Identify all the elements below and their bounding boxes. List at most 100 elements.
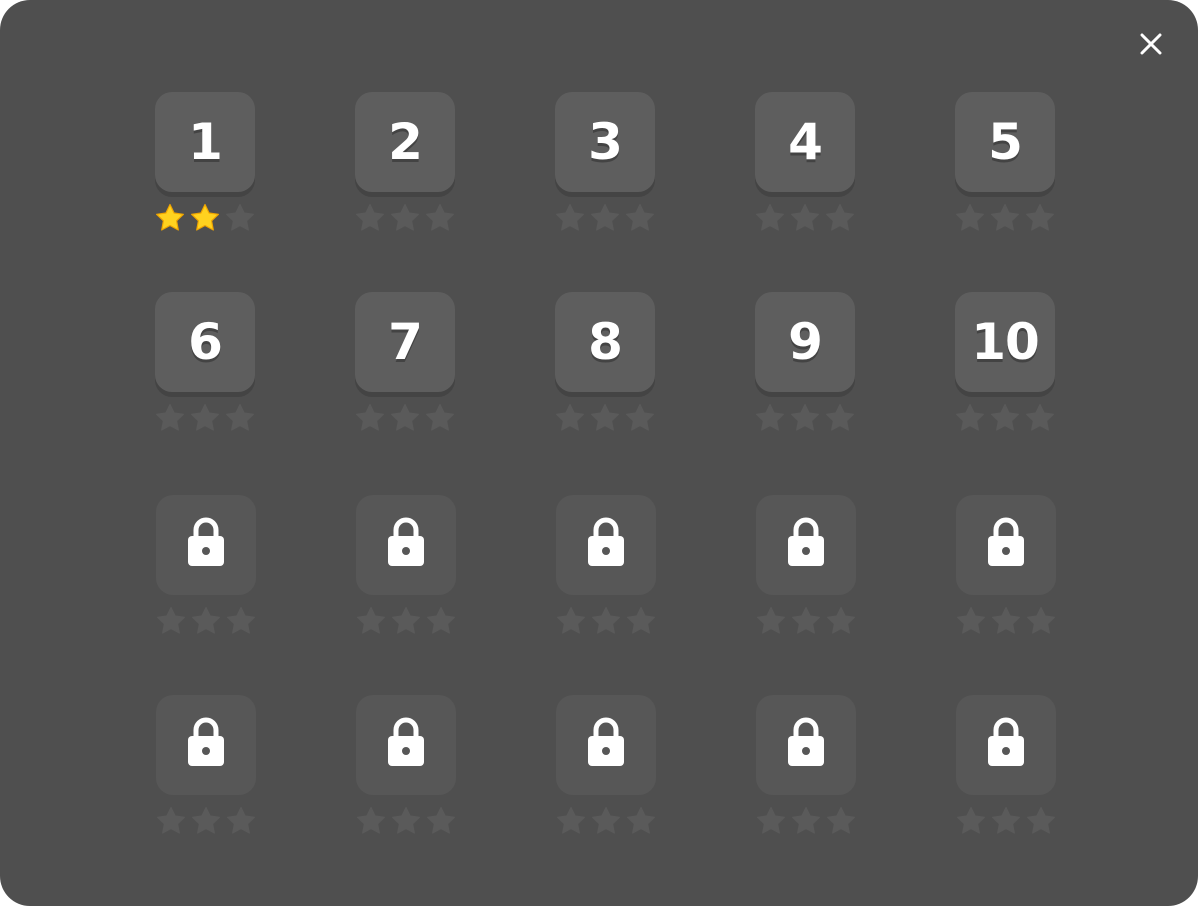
level-tile-1[interactable]: 1 <box>155 92 255 192</box>
level-star-rating <box>955 202 1055 236</box>
close-button[interactable] <box>1133 26 1169 62</box>
level-tile-9[interactable]: 9 <box>755 292 855 392</box>
level-tile-6[interactable]: 6 <box>155 292 255 392</box>
level-number: 8 <box>588 313 623 371</box>
level-number: 1 <box>188 113 223 171</box>
close-icon <box>1140 33 1162 55</box>
level-star-rating <box>156 805 256 839</box>
lock-icon <box>186 516 226 568</box>
star-empty-icon <box>825 805 857 837</box>
lock-icon <box>586 716 626 768</box>
star-empty-icon <box>554 402 586 434</box>
star-empty-icon <box>354 202 386 234</box>
star-empty-icon <box>589 402 621 434</box>
level-number: 9 <box>788 313 823 371</box>
lock-icon <box>386 516 426 568</box>
level-tile-locked <box>956 495 1056 595</box>
star-empty-icon <box>224 202 256 234</box>
level-star-rating <box>555 202 655 236</box>
star-empty-icon <box>790 605 822 637</box>
level-tile-5[interactable]: 5 <box>955 92 1055 192</box>
star-empty-icon <box>590 805 622 837</box>
level-star-rating <box>356 805 456 839</box>
star-empty-icon <box>789 402 821 434</box>
level-number: 5 <box>988 113 1023 171</box>
level-tile-8[interactable]: 8 <box>555 292 655 392</box>
star-empty-icon <box>189 402 221 434</box>
star-empty-icon <box>155 605 187 637</box>
star-empty-icon <box>154 402 186 434</box>
star-empty-icon <box>190 605 222 637</box>
level-star-rating <box>556 605 656 639</box>
level-tile-locked <box>156 695 256 795</box>
star-empty-icon <box>790 805 822 837</box>
level-number: 7 <box>388 313 423 371</box>
star-empty-icon <box>390 805 422 837</box>
star-empty-icon <box>354 402 386 434</box>
star-empty-icon <box>754 402 786 434</box>
level-tile-4[interactable]: 4 <box>755 92 855 192</box>
lock-icon <box>986 716 1026 768</box>
level-number: 10 <box>971 313 1040 371</box>
lock-icon <box>986 516 1026 568</box>
star-empty-icon <box>224 402 256 434</box>
star-empty-icon <box>555 805 587 837</box>
star-empty-icon <box>954 202 986 234</box>
star-empty-icon <box>355 805 387 837</box>
star-empty-icon <box>190 805 222 837</box>
level-tile-2[interactable]: 2 <box>355 92 455 192</box>
star-empty-icon <box>589 202 621 234</box>
star-empty-icon <box>755 605 787 637</box>
level-star-rating <box>956 805 1056 839</box>
level-tile-7[interactable]: 7 <box>355 292 455 392</box>
level-star-rating <box>555 402 655 436</box>
star-empty-icon <box>1025 605 1057 637</box>
star-empty-icon <box>624 402 656 434</box>
star-empty-icon <box>389 202 421 234</box>
level-tile-locked <box>756 495 856 595</box>
level-star-rating <box>156 605 256 639</box>
star-empty-icon <box>389 402 421 434</box>
level-tile-10[interactable]: 10 <box>955 292 1055 392</box>
star-empty-icon <box>590 605 622 637</box>
star-empty-icon <box>989 202 1021 234</box>
star-empty-icon <box>954 402 986 434</box>
level-star-rating <box>955 402 1055 436</box>
level-tile-locked <box>356 495 456 595</box>
star-empty-icon <box>625 605 657 637</box>
star-empty-icon <box>554 202 586 234</box>
star-empty-icon <box>225 805 257 837</box>
level-star-rating <box>756 605 856 639</box>
level-number: 6 <box>188 313 223 371</box>
star-empty-icon <box>625 805 657 837</box>
star-empty-icon <box>555 605 587 637</box>
level-tile-locked <box>756 695 856 795</box>
star-empty-icon <box>990 805 1022 837</box>
star-empty-icon <box>155 805 187 837</box>
level-star-rating <box>755 202 855 236</box>
lock-icon <box>386 716 426 768</box>
star-empty-icon <box>955 805 987 837</box>
level-star-rating <box>155 402 255 436</box>
star-empty-icon <box>989 402 1021 434</box>
star-filled-icon <box>154 202 186 234</box>
star-empty-icon <box>824 202 856 234</box>
level-tile-locked <box>356 695 456 795</box>
level-number: 2 <box>388 113 423 171</box>
star-empty-icon <box>1024 202 1056 234</box>
star-empty-icon <box>390 605 422 637</box>
star-empty-icon <box>754 202 786 234</box>
lock-icon <box>786 716 826 768</box>
star-empty-icon <box>425 805 457 837</box>
lock-icon <box>586 516 626 568</box>
star-empty-icon <box>955 605 987 637</box>
level-number: 4 <box>788 113 823 171</box>
level-star-rating <box>356 605 456 639</box>
level-tile-3[interactable]: 3 <box>555 92 655 192</box>
star-filled-icon <box>189 202 221 234</box>
star-empty-icon <box>825 605 857 637</box>
level-tile-locked <box>956 695 1056 795</box>
star-empty-icon <box>424 402 456 434</box>
level-star-rating <box>355 202 455 236</box>
level-tile-locked <box>556 695 656 795</box>
